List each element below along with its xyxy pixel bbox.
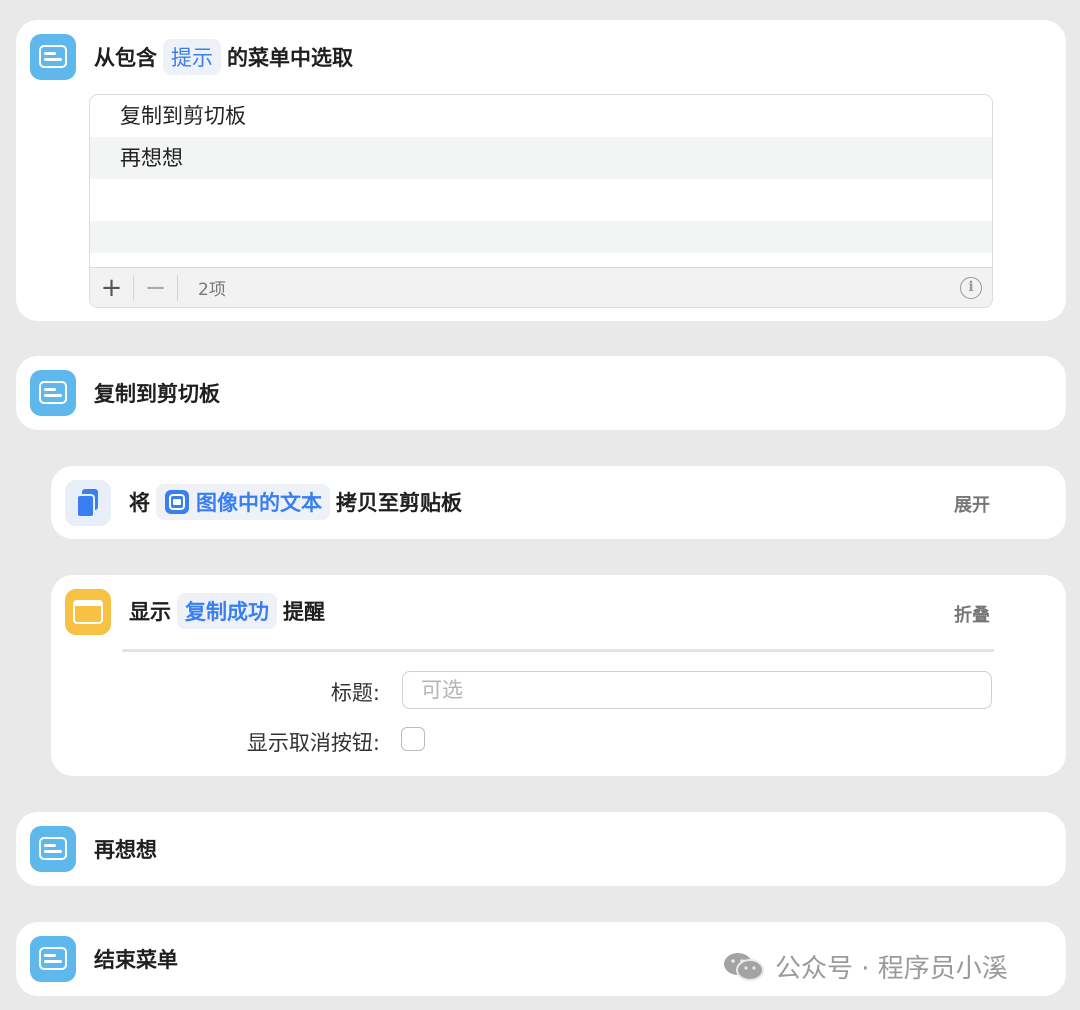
show-cancel-label: 显示取消按钮: [246,731,380,755]
wechat-icon [724,952,764,981]
show-cancel-checkbox[interactable] [401,727,425,751]
watermark: 公众号 · 程序员小溪 [723,948,1008,985]
title-prefix: 从包含 [94,46,157,70]
title-suffix: 拷贝至剪贴板 [336,491,462,515]
end-menu-title: 结束菜单 [94,948,178,972]
prompt-token[interactable]: 提示 [163,39,221,75]
choose-from-menu-card: 从包含 提示 的菜单中选取 复制到剪切板 再想想 + − 2项 i [16,20,1066,321]
menu-icon [30,370,76,416]
menu-icon [30,826,76,872]
title-suffix: 的菜单中选取 [227,46,353,70]
expand-button[interactable]: 展开 [954,491,990,517]
alert-action-title: 显示 复制成功 提醒 [129,593,325,629]
title-prefix: 将 [129,491,150,515]
title-field-label: 标题: [330,681,380,705]
menu-item-copy[interactable]: 复制到剪切板 [90,95,992,137]
copy-action-title: 将 图像中的文本 拷贝至剪贴板 [129,484,462,520]
choose-menu-title: 从包含 提示 的菜单中选取 [94,39,353,75]
case-copy-card: 复制到剪切板 [16,356,1066,430]
divider [122,649,994,652]
menu-icon [30,936,76,982]
clipboard-icon [65,480,111,526]
info-icon[interactable]: i [960,277,982,299]
case-copy-title: 复制到剪切板 [94,382,220,406]
case-rethink-title: 再想想 [94,838,157,862]
menu-items-list: 复制到剪切板 再想想 + − 2项 i [89,94,993,308]
title-suffix: 提醒 [283,600,325,624]
add-item-button[interactable]: + [90,268,133,308]
menu-item-rethink[interactable]: 再想想 [90,137,992,179]
token-label: 图像中的文本 [196,491,322,515]
copy-to-clipboard-card: 将 图像中的文本 拷贝至剪贴板 展开 [51,466,1066,539]
image-text-token[interactable]: 图像中的文本 [156,484,330,520]
menu-icon [30,34,76,80]
alert-title-input[interactable]: 可选 [402,671,992,709]
remove-item-button[interactable]: − [134,268,177,308]
text-recognition-icon [165,490,189,514]
copy-success-token[interactable]: 复制成功 [177,593,277,629]
show-alert-card: 显示 复制成功 提醒 折叠 标题: 可选 显示取消按钮: [51,575,1066,776]
case-rethink-card: 再想想 [16,812,1066,886]
title-prefix: 显示 [129,600,171,624]
menu-item-empty[interactable] [90,221,992,253]
item-count: 2项 [198,280,226,300]
menu-item-empty[interactable] [90,179,992,221]
alert-window-icon [65,589,111,635]
watermark-text: 公众号 · 程序员小溪 [775,954,1008,984]
list-toolbar: + − 2项 i [90,267,992,307]
collapse-button[interactable]: 折叠 [954,601,990,627]
